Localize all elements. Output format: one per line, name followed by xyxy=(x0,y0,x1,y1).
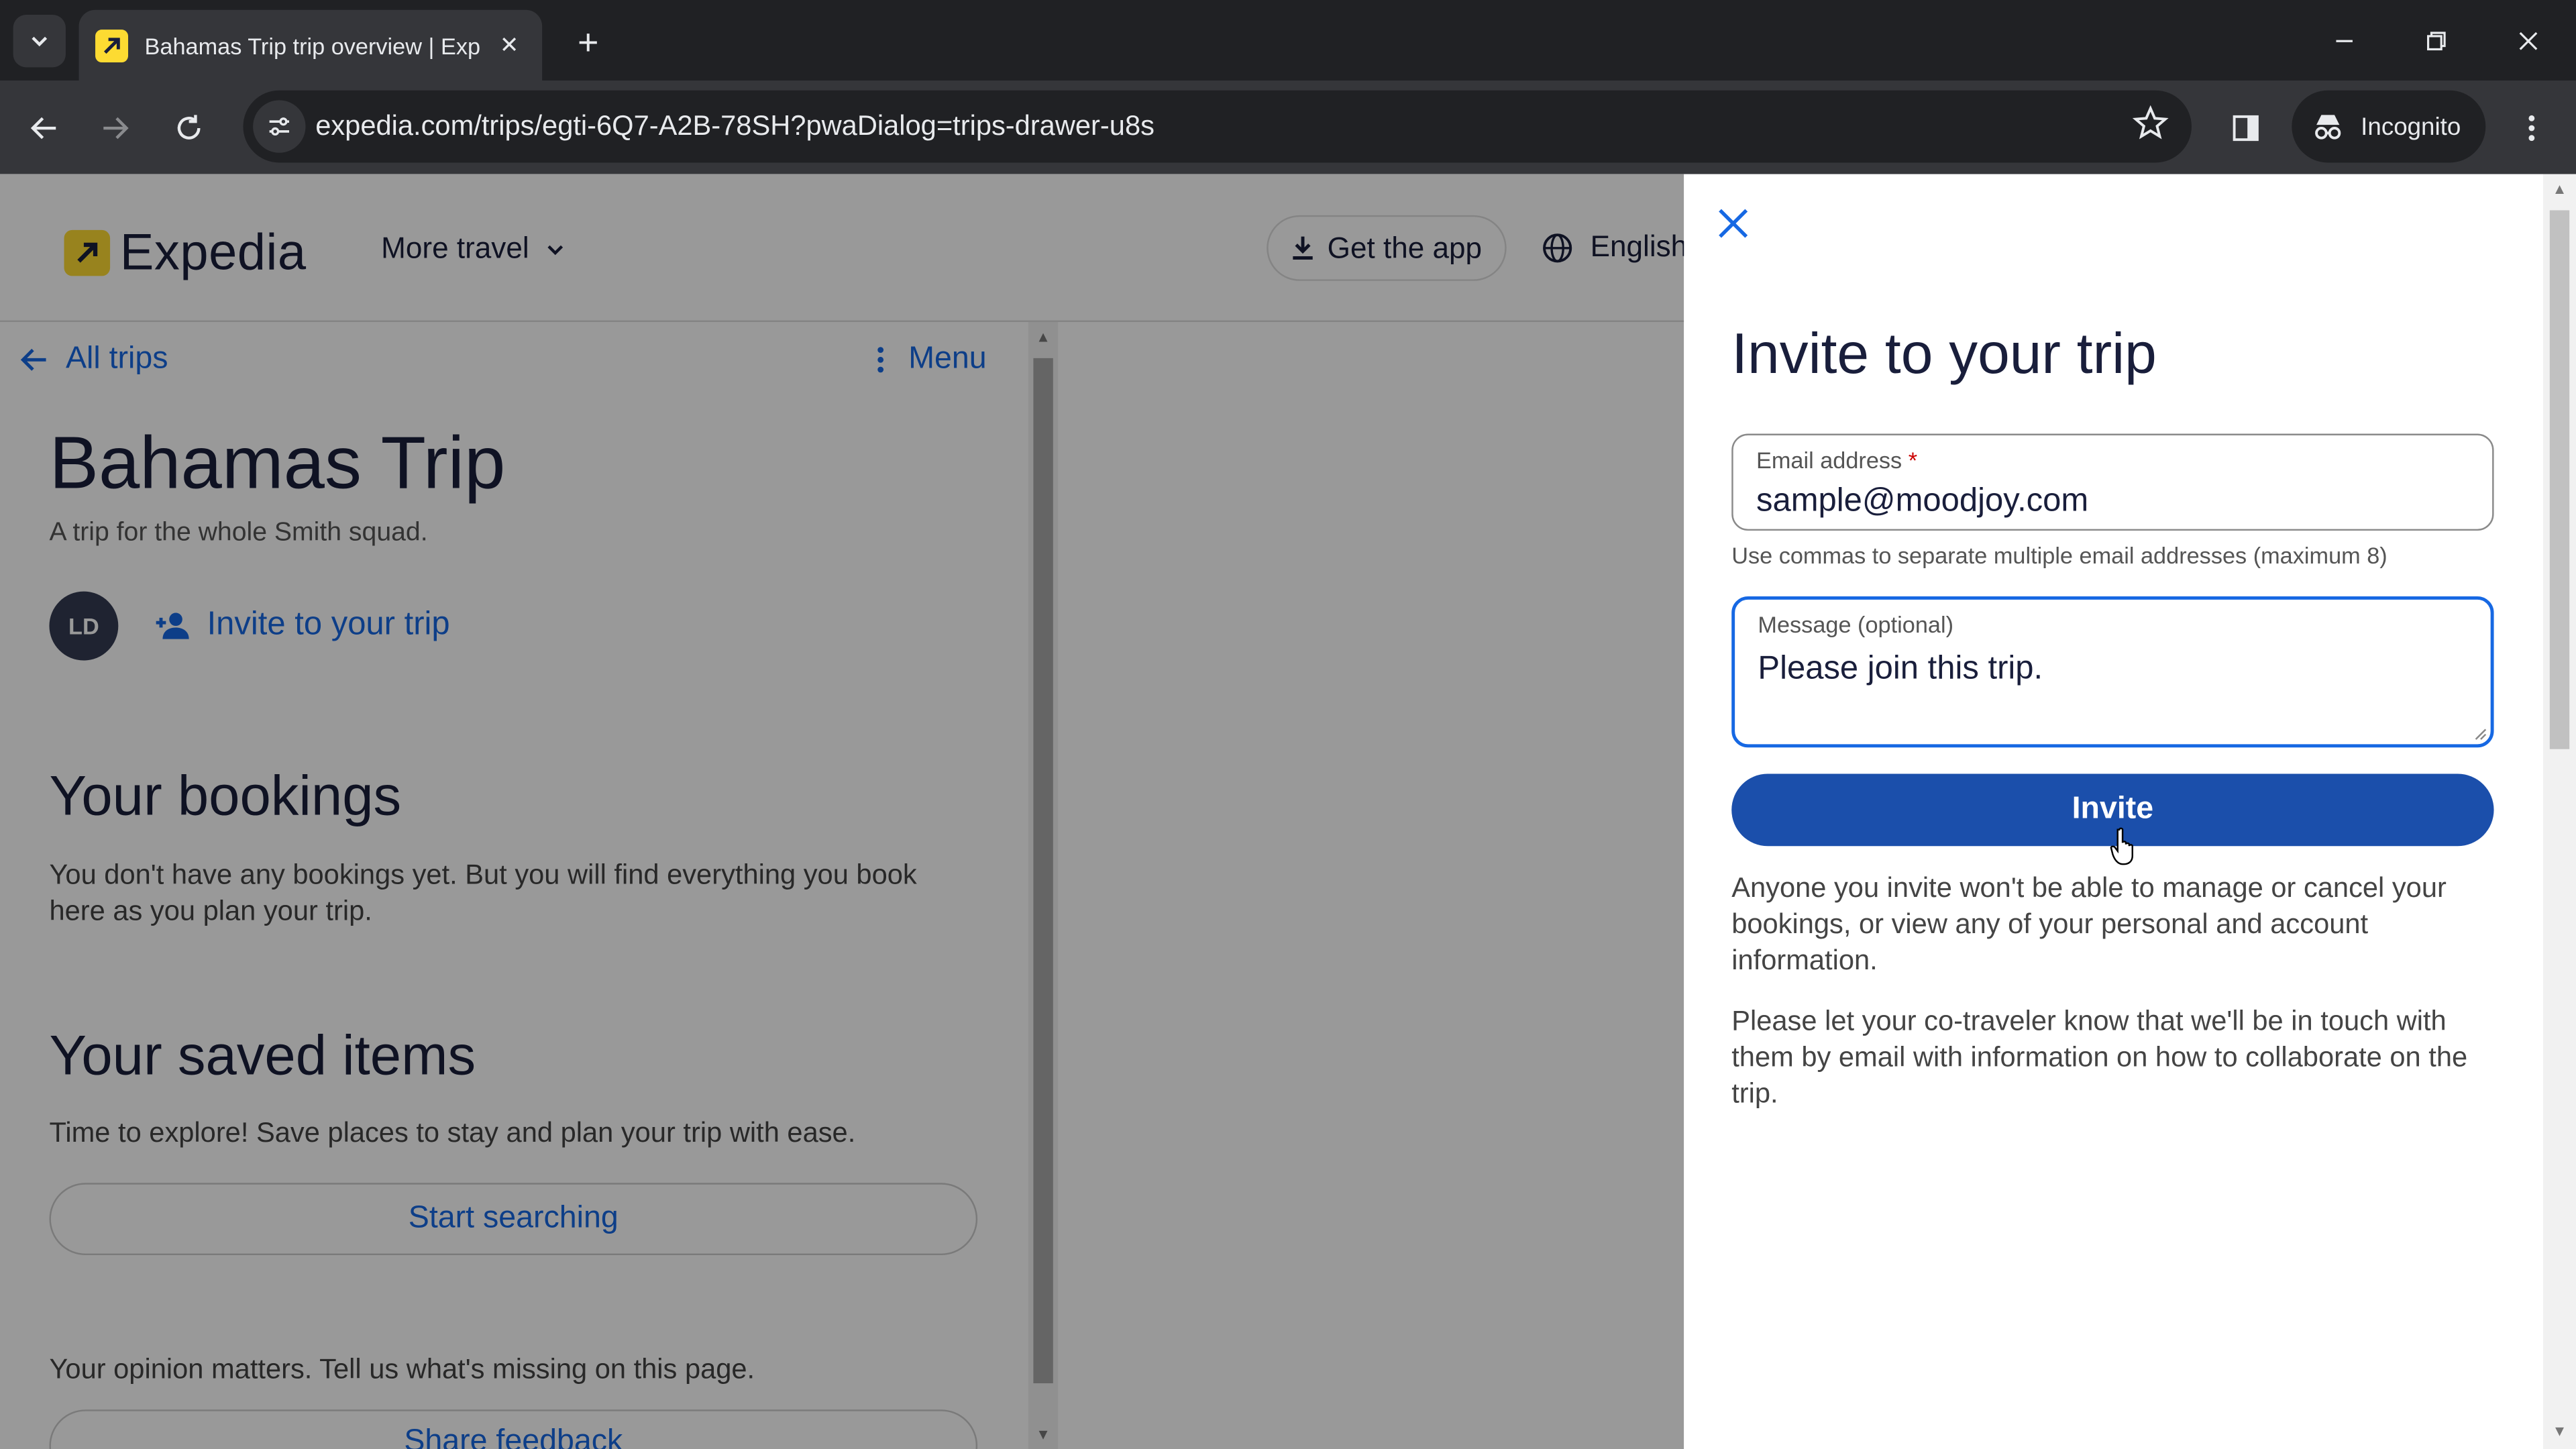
back-icon[interactable] xyxy=(19,103,68,152)
tab-close-icon[interactable]: ✕ xyxy=(493,32,526,60)
browser-menu-icon[interactable] xyxy=(2507,103,2556,152)
restore-icon[interactable] xyxy=(2412,16,2461,65)
required-marker: * xyxy=(1908,447,1918,474)
browser-tab[interactable]: Bahamas Trip trip overview | Exp ✕ xyxy=(78,9,543,81)
drawer-scrollbar[interactable]: ▲ ▼ xyxy=(2543,174,2576,1449)
close-icon[interactable] xyxy=(1713,204,1753,244)
minimize-icon[interactable] xyxy=(2320,16,2369,65)
reload-icon[interactable] xyxy=(164,103,213,152)
browser-toolbar: expedia.com/trips/egti-6Q7-A2B-78SH?pwaD… xyxy=(0,80,2576,174)
incognito-badge[interactable]: Incognito xyxy=(2292,90,2486,163)
side-panel-icon[interactable] xyxy=(2221,103,2270,152)
url-text: expedia.com/trips/egti-6Q7-A2B-78SH?pwaD… xyxy=(315,110,1155,142)
bookmark-star-icon[interactable] xyxy=(2132,105,2169,150)
email-label-text: Email address xyxy=(1756,447,1902,474)
email-field[interactable]: Email address * sample@moodjoy.com xyxy=(1731,433,2494,531)
message-value[interactable]: Please join this trip. xyxy=(1758,651,2043,688)
site-settings-icon[interactable] xyxy=(253,100,306,153)
email-value[interactable]: sample@moodjoy.com xyxy=(1756,483,2088,521)
scroll-down-icon[interactable]: ▼ xyxy=(2551,1423,2567,1439)
page: Expedia More travel Get the app English … xyxy=(0,174,2576,1449)
message-field[interactable]: Message (optional) Please join this trip… xyxy=(1731,596,2494,748)
expedia-favicon-icon xyxy=(95,28,129,62)
scroll-up-icon[interactable]: ▲ xyxy=(2551,180,2567,197)
new-tab-icon[interactable]: + xyxy=(565,19,611,66)
hand-cursor-icon xyxy=(2110,827,2134,865)
incognito-label: Incognito xyxy=(2361,112,2461,141)
chevron-down-icon xyxy=(32,36,48,47)
email-label: Email address * xyxy=(1756,447,1917,473)
email-helper-text: Use commas to separate multiple email ad… xyxy=(1731,542,2387,569)
browser-tabbar: Bahamas Trip trip overview | Exp ✕ + xyxy=(0,0,2576,81)
close-window-icon[interactable] xyxy=(2504,16,2553,65)
modal-backdrop[interactable] xyxy=(0,174,1684,1449)
resize-handle-icon[interactable] xyxy=(2471,724,2487,741)
incognito-icon xyxy=(2315,115,2341,140)
screen: Bahamas Trip trip overview | Exp ✕ + exp… xyxy=(0,0,2576,1449)
message-label: Message (optional) xyxy=(1758,611,1953,638)
invite-drawer: Invite to your trip Email address * samp… xyxy=(1684,174,2576,1449)
disclaimer-text: Anyone you invite won't be able to manag… xyxy=(1731,872,2447,976)
tab-search-button[interactable] xyxy=(13,15,66,68)
tab-title: Bahamas Trip trip overview | Exp xyxy=(144,32,481,58)
drawer-title: Invite to your trip xyxy=(1731,322,2157,386)
scrollbar-thumb[interactable] xyxy=(2549,210,2570,749)
address-bar[interactable]: expedia.com/trips/egti-6Q7-A2B-78SH?pwaD… xyxy=(243,90,2192,163)
forward-icon[interactable] xyxy=(91,103,140,152)
co-traveler-note: Please let your co-traveler know that we… xyxy=(1731,1005,2468,1110)
